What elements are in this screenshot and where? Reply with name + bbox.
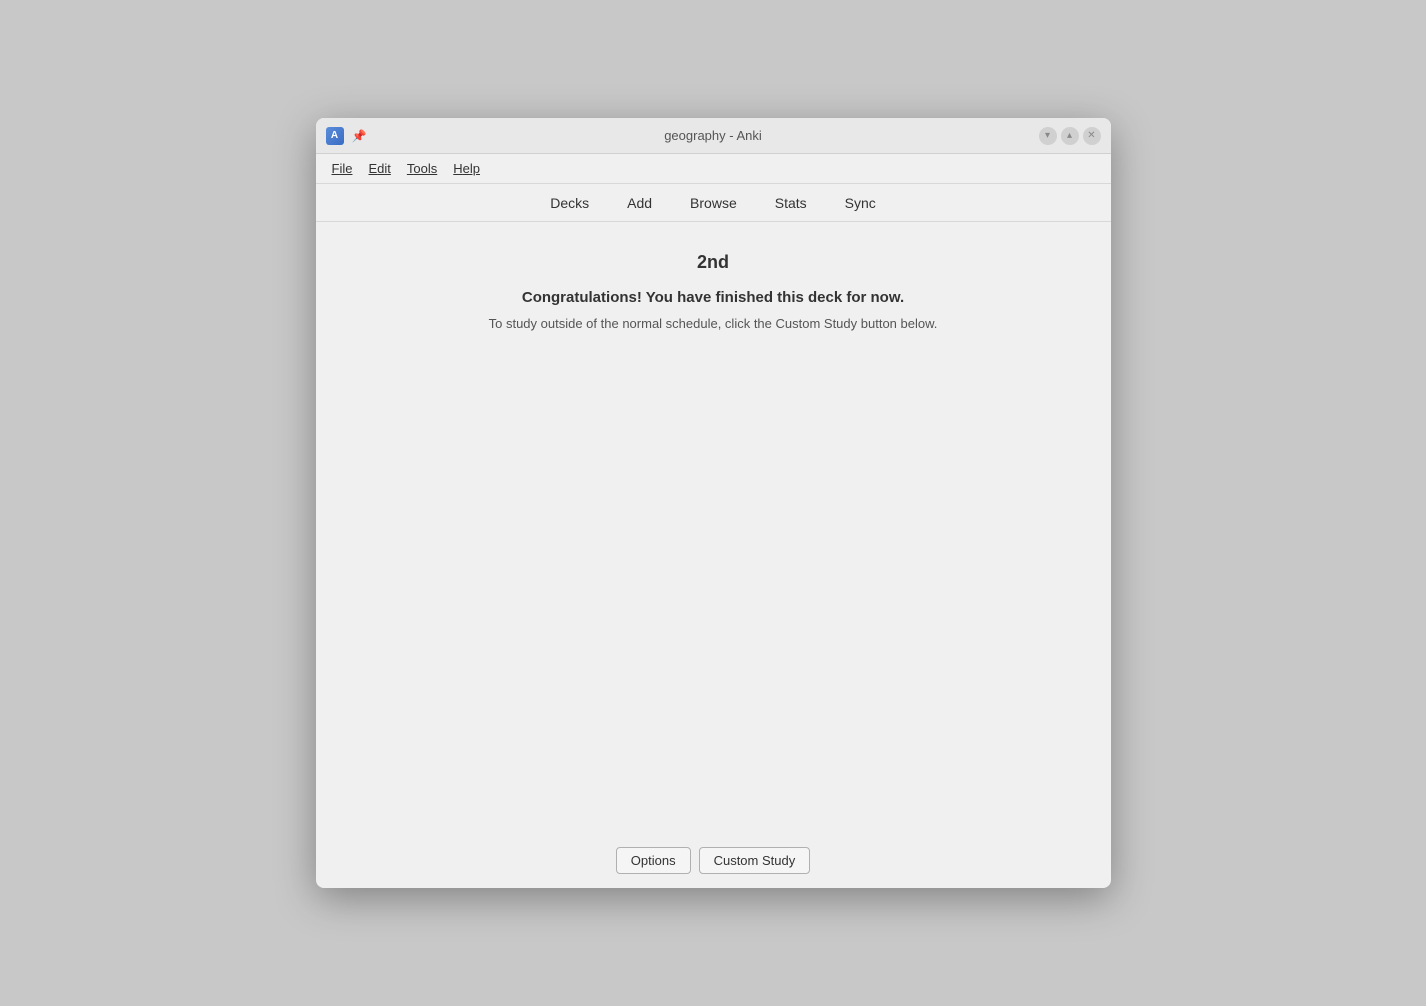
maximize-button[interactable]: ▴	[1061, 127, 1079, 145]
app-icon: A	[326, 127, 344, 145]
menu-tools[interactable]: Tools	[399, 159, 445, 178]
menubar: File Edit Tools Help	[316, 154, 1111, 184]
menu-edit[interactable]: Edit	[360, 159, 398, 178]
close-button[interactable]: ✕	[1083, 127, 1101, 145]
navbar: Decks Add Browse Stats Sync	[316, 184, 1111, 222]
menu-help-rest: elp	[463, 161, 480, 176]
menu-file-rest: ile	[339, 161, 352, 176]
options-button[interactable]: Options	[616, 847, 691, 874]
content-area: 2nd Congratulations! You have finished t…	[316, 222, 1111, 833]
nav-decks[interactable]: Decks	[546, 189, 593, 217]
menu-file[interactable]: File	[324, 159, 361, 178]
nav-browse[interactable]: Browse	[686, 189, 741, 217]
menu-help-underline: H	[453, 161, 462, 176]
minimize-button[interactable]: ▾	[1039, 127, 1057, 145]
pin-icon: 📌	[352, 129, 367, 143]
nav-sync[interactable]: Sync	[841, 189, 880, 217]
menu-edit-rest: dit	[377, 161, 391, 176]
title-bar-left: A 📌	[326, 127, 367, 145]
minimize-icon: ▾	[1045, 130, 1050, 141]
title-bar: A 📌 geography - Anki ▾ ▴ ✕	[316, 118, 1111, 154]
title-bar-controls: ▾ ▴ ✕	[1039, 127, 1101, 145]
congratulations-text: Congratulations! You have finished this …	[522, 289, 904, 306]
nav-stats[interactable]: Stats	[771, 189, 811, 217]
menu-edit-underline: E	[368, 161, 377, 176]
nav-add[interactable]: Add	[623, 189, 656, 217]
menu-tools-rest: ools	[413, 161, 437, 176]
main-window: A 📌 geography - Anki ▾ ▴ ✕ File Edit Too…	[316, 118, 1111, 888]
custom-study-button[interactable]: Custom Study	[699, 847, 811, 874]
maximize-icon: ▴	[1067, 130, 1072, 141]
footer: Options Custom Study	[316, 833, 1111, 888]
close-icon: ✕	[1087, 130, 1095, 141]
deck-title: 2nd	[697, 252, 729, 273]
instruction-text: To study outside of the normal schedule,…	[489, 316, 938, 331]
menu-help[interactable]: Help	[445, 159, 488, 178]
window-title: geography - Anki	[664, 128, 762, 143]
